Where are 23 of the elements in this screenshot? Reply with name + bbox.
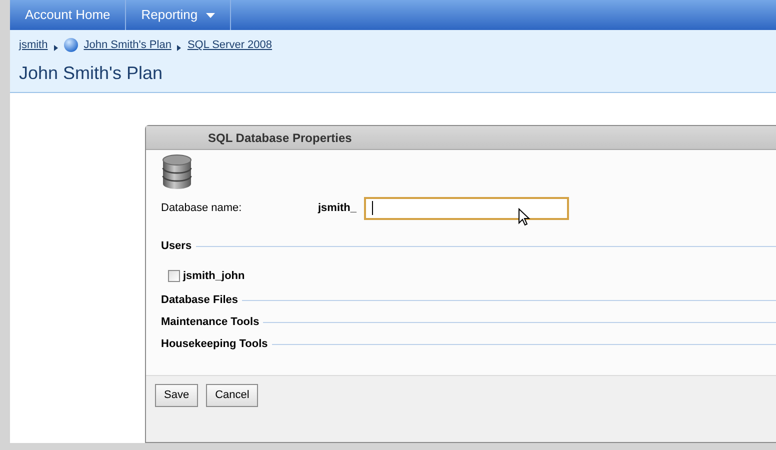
breadcrumb-link[interactable]: SQL Server 2008 (187, 37, 272, 54)
caret-icon (206, 12, 215, 18)
field-label: Database name: (161, 200, 243, 216)
dialog-button[interactable]: Save (155, 384, 198, 407)
section-heading: Database Files (161, 293, 238, 308)
section-heading: Users (161, 238, 192, 254)
user-label: jsmith_john (183, 269, 245, 284)
breadcrumb-link[interactable]: John Smith's Plan (84, 37, 172, 54)
mouse-pointer-icon (518, 208, 531, 227)
database-name-field[interactable] (364, 196, 569, 220)
page-title: John Smith's Plan (19, 62, 164, 84)
text-cursor (372, 201, 373, 215)
section-heading: Maintenance Tools (161, 315, 260, 330)
globe-icon (64, 38, 78, 52)
dialog-button[interactable]: Cancel (206, 384, 258, 407)
dialog-title: SQL Database Properties (208, 130, 352, 146)
checkbox[interactable] (168, 270, 180, 282)
database-icon (161, 154, 193, 190)
breadcrumb-link[interactable]: jsmith (19, 37, 48, 54)
name-prefix: jsmith_ (318, 200, 358, 216)
arrow-icon (177, 44, 182, 51)
section-heading: Housekeeping Tools (161, 337, 268, 352)
arrow-icon (54, 44, 58, 51)
